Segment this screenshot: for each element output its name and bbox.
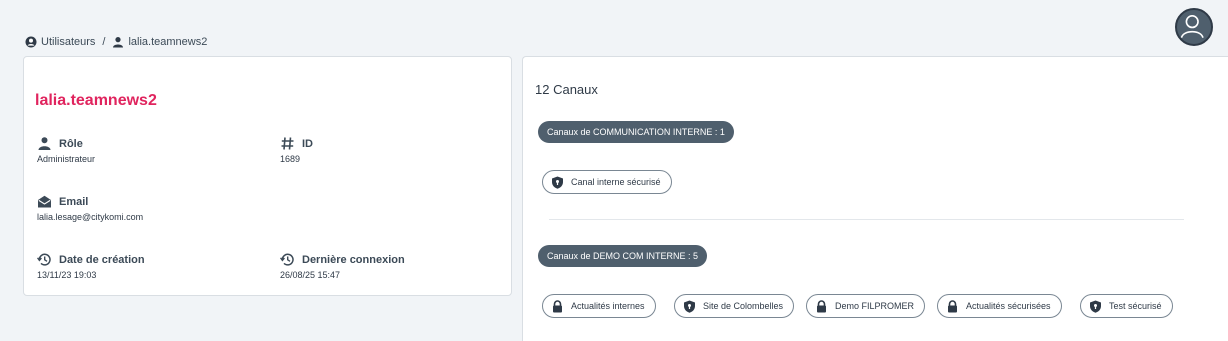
channel-chip[interactable]: Test sécurisé — [1080, 294, 1173, 318]
channel-chip[interactable]: Actualités internes — [542, 294, 656, 318]
shield-lock-icon — [552, 176, 563, 189]
person-icon — [113, 37, 124, 48]
channel-chip-label: Canal interne sécurisé — [571, 177, 661, 187]
channel-chip[interactable]: Actualités sécurisées — [937, 294, 1062, 318]
last-login-field: Dernière connexion 26/08/25 15:47 — [280, 252, 405, 281]
channel-chip-label: Actualités internes — [571, 301, 645, 311]
lock-icon — [553, 299, 562, 312]
id-label: ID — [302, 137, 313, 150]
channels-count: 12 Canaux — [535, 82, 598, 97]
channel-chip-label: Actualités sécurisées — [966, 301, 1051, 311]
channel-chip-label: Site de Colombelles — [703, 301, 784, 311]
envelope-open-icon — [38, 195, 51, 208]
role-label: Rôle — [59, 137, 83, 150]
breadcrumb-current: lalia.teamnews2 — [112, 36, 207, 48]
group-divider — [549, 219, 1184, 220]
channel-chip-label: Test sécurisé — [1109, 301, 1162, 311]
lock-icon — [948, 299, 957, 312]
channel-group-badge: Canaux de DEMO COM INTERNE : 5 — [538, 245, 708, 267]
email-value: lalia.lesage@citykomi.com — [37, 212, 144, 222]
last-login-value: 26/08/25 15:47 — [280, 270, 341, 280]
breadcrumb-users-link[interactable]: Utilisateurs — [25, 36, 95, 48]
channel-group-badge: Canaux de COMMUNICATION INTERNE : 1 — [538, 121, 734, 143]
id-field: ID 1689 — [280, 136, 313, 164]
history-icon — [280, 253, 294, 266]
shield-lock-icon — [684, 300, 695, 313]
page-title: lalia.teamnews2 — [35, 92, 157, 109]
channel-chip[interactable]: Site de Colombelles — [674, 294, 795, 318]
created-label: Date de création — [59, 253, 145, 266]
role-value: Administrateur — [37, 154, 96, 164]
channel-chip[interactable]: Canal interne sécurisé — [542, 170, 672, 194]
role-field: Rôle Administrateur — [37, 136, 95, 164]
created-value: 13/11/23 19:03 — [37, 270, 97, 280]
user-details-card: lalia.teamnews2 Rôle Administrateur ID 1… — [23, 56, 512, 296]
email-field: Email lalia.lesage@citykomi.com — [37, 194, 144, 223]
channel-chip[interactable]: Demo FILPROMER — [806, 294, 926, 318]
channels-card: 12 Canaux Canaux de COMMUNICATION INTERN… — [522, 56, 1228, 341]
id-value: 1689 — [280, 154, 301, 164]
created-field: Date de création 13/11/23 19:03 — [37, 252, 145, 281]
last-login-label: Dernière connexion — [302, 253, 405, 266]
channel-chip-label: Demo FILPROMER — [835, 301, 915, 311]
breadcrumb-current-label: lalia.teamnews2 — [128, 36, 208, 48]
email-label: Email — [59, 195, 89, 208]
user-avatar-icon — [1180, 15, 1204, 39]
breadcrumb-users-label: Utilisateurs — [41, 36, 96, 48]
user-avatar-button[interactable] — [1175, 8, 1213, 46]
lock-icon — [817, 299, 826, 312]
hash-icon — [281, 137, 294, 150]
users-circle-icon — [25, 36, 37, 48]
history-icon — [37, 253, 51, 266]
breadcrumb: Utilisateurs / lalia.teamnews2 — [25, 35, 207, 49]
person-icon — [38, 137, 51, 150]
breadcrumb-separator: / — [102, 36, 106, 48]
shield-lock-icon — [1090, 300, 1101, 313]
